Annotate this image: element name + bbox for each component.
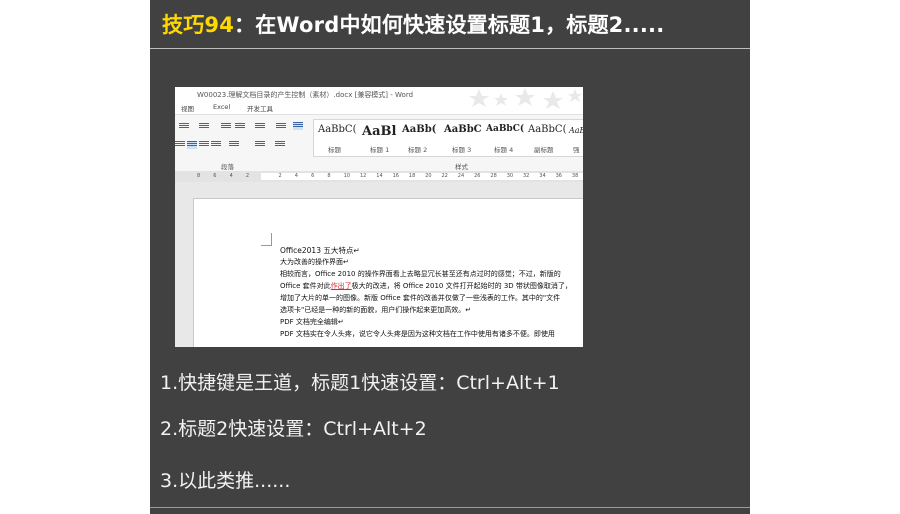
ruler-number: 14 [376,173,383,179]
tab-view[interactable]: 视图 [181,103,194,113]
ribbon-tabs: 视图 Excel 开发工具 [175,101,583,113]
window-title: W00023.理解文档目录的产生控制（素材）.docx [兼容模式] - Wor… [197,91,414,99]
ruler-number: 2 [245,173,250,179]
ruler-number: 12 [360,173,367,179]
decrease-indent-icon[interactable] [221,123,231,131]
ruler-number: 34 [539,173,546,179]
line-spacing-icon[interactable] [229,141,239,149]
show-marks-icon[interactable] [293,122,303,130]
ribbon: 段落 AaBbC( 标题 AaBl 标题 1 AaBb( 标题 2 AaBbC … [175,114,583,172]
ruler-number: 38 [571,173,579,179]
doc-line: 大为改善的操作界面↵ [280,258,349,266]
tab-developer[interactable]: 开发工具 [247,103,273,113]
group-label-styles: 样式 [455,163,468,171]
numbering-icon[interactable] [199,123,209,131]
style-subtitle[interactable]: AaBbC( 副标题 [528,124,567,154]
doc-line-with-underline: Office 套件对此作出了极大的改进，将 Office 2010 文件打开起始… [280,282,572,290]
title-divider [150,48,750,49]
doc-line: 增加了大片的单一的图像。新版 Office 套件的改善并仅做了一些浅表的工作。其… [280,294,561,302]
tip-3: 3.以此类推...... [160,470,291,492]
slide-panel: 技巧94：在Word中如何快速设置标题1，标题2..... W00023.理解文… [150,0,750,514]
justify-icon[interactable] [187,141,197,149]
title-text: ：在Word中如何快速设置标题1，标题2..... [234,13,665,37]
columns-icon[interactable] [211,141,221,149]
style-title[interactable]: AaBbC( 标题 [318,124,357,154]
ruler-number: 26 [474,173,481,179]
style-heading-3[interactable]: AaBbC 标题 3 [444,124,482,154]
style-strong[interactable]: AaBb 强 [569,126,583,154]
ruler-number: 36 [555,173,562,179]
document-page[interactable]: Office2013 五大特点↵ 大为改善的操作界面↵ 相较而言，Office … [193,198,583,347]
doc-line: Office2013 五大特点↵ [280,246,360,255]
ruler-number: 30 [506,173,514,179]
ruler-number: 6 [213,173,217,179]
ruler-number: 18 [408,173,416,179]
bottom-divider [150,507,750,508]
style-heading-1[interactable]: AaBl 标题 1 [362,124,396,154]
ruler-number: 2 [278,173,282,179]
ruler-number: 6 [311,173,315,179]
ruler-number: 8 [197,173,201,179]
sort-icon[interactable] [276,123,286,131]
ruler-number: 8 [327,173,331,179]
ruler-number: 20 [425,173,432,179]
ruler-number: 24 [457,173,465,179]
tab-excel[interactable]: Excel [213,103,230,111]
ruler-number: 32 [523,173,530,179]
paragraph-group: 段落 [175,115,307,171]
horizontal-ruler[interactable]: 8642246810121416182022242628303234363840 [175,171,583,182]
chinese-layout-icon[interactable] [255,123,265,131]
ruler-number: 22 [441,173,448,179]
page-title: 技巧94：在Word中如何快速设置标题1，标题2..... [162,9,664,39]
ruler-number: 4 [229,173,233,179]
document-area: Office2013 五大特点↵ 大为改善的操作界面↵ 相较而言，Office … [175,182,583,347]
bullets-icon[interactable] [179,123,189,131]
doc-line: PDF 文档实在令人头疼，说它令人头疼是因为这种文档在工作中使用有诸多不便。即使… [280,330,555,338]
increase-indent-icon[interactable] [235,123,245,131]
ruler-number: 4 [294,173,298,179]
style-heading-2[interactable]: AaBb( 标题 2 [402,124,436,154]
ruler-number: 16 [392,173,399,179]
doc-line: 选项卡"已经是一种的新的面貌，用户们操作起来更加高效。↵ [280,306,472,314]
ruler-number: 10 [343,173,351,179]
tip-2: 2.标题2快速设置：Ctrl+Alt+2 [160,418,427,440]
spelling-underline: 作出了 [330,282,352,290]
borders-icon[interactable] [275,141,285,149]
group-label-paragraph: 段落 [221,163,234,171]
shading-icon[interactable] [255,141,265,149]
doc-line: PDF 文档完全编辑↵ [280,318,344,326]
tip-1: 1.快捷键是王道，标题1快速设置：Ctrl+Alt+1 [160,372,560,394]
word-screenshot: W00023.理解文档目录的产生控制（素材）.docx [兼容模式] - Wor… [175,87,583,347]
style-heading-4[interactable]: AaBbC( 标题 4 [486,124,524,154]
styles-gallery: AaBbC( 标题 AaBl 标题 1 AaBb( 标题 2 AaBbC 标题 … [313,119,583,157]
ruler-number: 28 [490,173,497,179]
page-corner-mark [261,233,272,246]
align-right-icon[interactable] [175,141,185,149]
title-prefix: 技巧94 [162,13,235,37]
doc-line: 相较而言，Office 2010 的操作界面看上去略显冗长甚至还有点过时的感觉；… [280,270,561,278]
distributed-icon[interactable] [199,141,209,149]
